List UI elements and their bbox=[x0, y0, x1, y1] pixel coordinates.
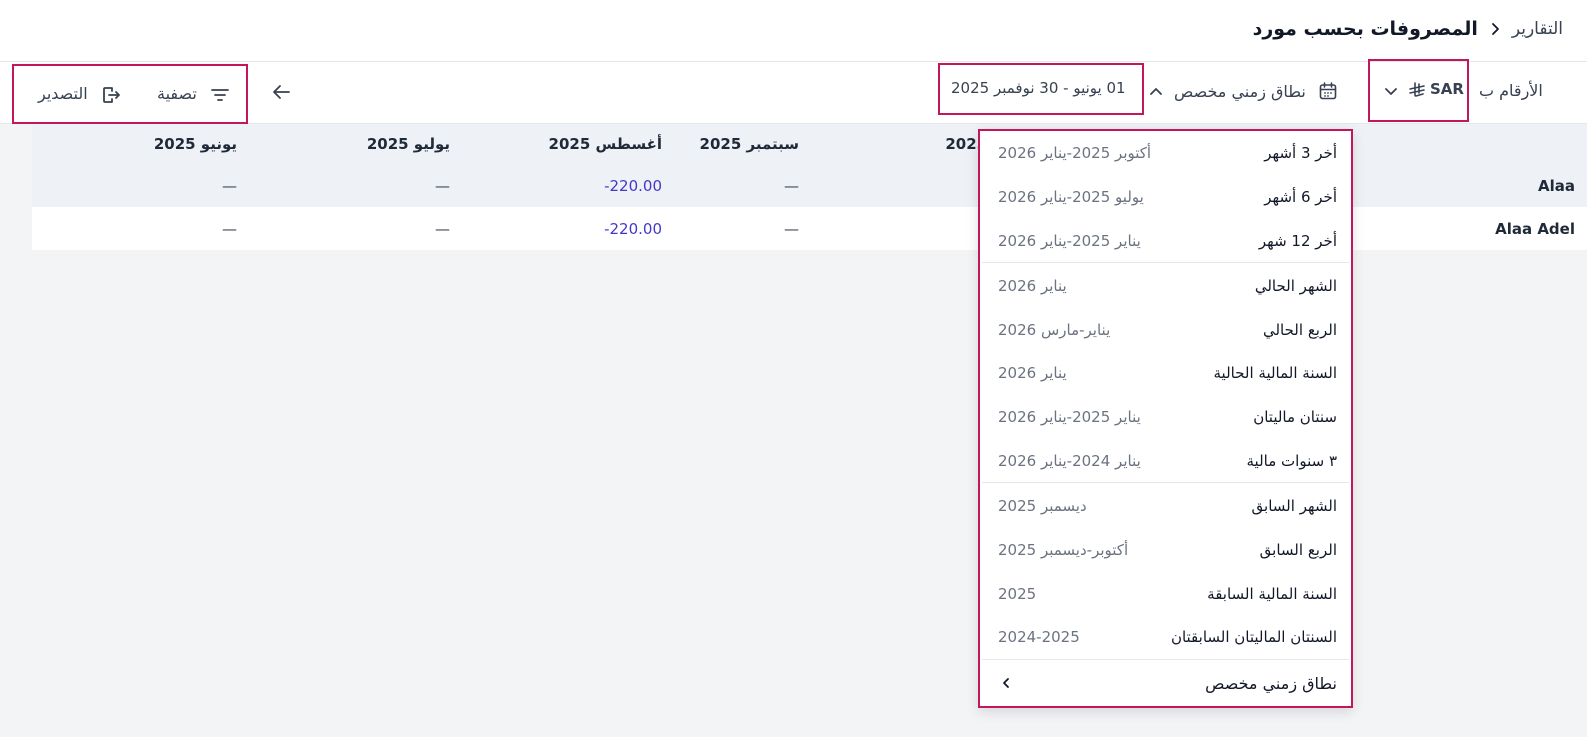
table-header: 2025 ر سبتمبر 2025 أغسطس 2025 يوليو 2025… bbox=[32, 124, 1587, 164]
filter-export-group: تصفية التصدير bbox=[12, 64, 248, 124]
divider bbox=[982, 659, 1349, 660]
page-header: التقارير المصروفات بحسب مورد bbox=[0, 0, 1587, 62]
breadcrumb-reports-link[interactable]: التقارير bbox=[1512, 19, 1563, 39]
preset-previous-month[interactable]: الشهر السابق ديسمبر 2025 bbox=[982, 484, 1349, 528]
preset-three-fiscal-years[interactable]: ٣ سنوات مالية يناير 2024-يناير 2026 bbox=[982, 439, 1349, 483]
preset-previous-fiscal-year[interactable]: السنة المالية السابقة 2025 bbox=[982, 572, 1349, 616]
chevron-down-icon bbox=[1384, 84, 1398, 98]
figures-in-label: الأرقام ب bbox=[1479, 81, 1543, 100]
export-button[interactable]: التصدير bbox=[36, 82, 126, 108]
page-title: المصروفات بحسب مورد bbox=[1252, 18, 1478, 40]
date-range-value: 01 يونيو - 30 نوفمبر 2025 bbox=[951, 79, 1126, 97]
preset-label: السنة المالية الحالية bbox=[1213, 364, 1337, 382]
preset-label: السنتان الماليتان السابقتان bbox=[1170, 628, 1337, 646]
preset-range: يناير 2025-يناير 2026 bbox=[998, 232, 1141, 250]
custom-range-label: نطاق زمني مخصص bbox=[1205, 673, 1337, 693]
preset-range: أكتوبر 2025-يناير 2026 bbox=[998, 144, 1152, 162]
table-cell: — bbox=[222, 176, 237, 195]
divider bbox=[982, 482, 1349, 483]
preset-two-fiscal-years[interactable]: سنتان ماليتان يناير 2025-يناير 2026 bbox=[982, 395, 1349, 439]
column-header: أغسطس 2025 bbox=[548, 135, 662, 153]
preset-last-12-months[interactable]: أخر 12 شهر يناير 2025-يناير 2026 bbox=[982, 219, 1349, 263]
preset-current-quarter[interactable]: الربع الحالي يناير-مارس 2026 bbox=[982, 308, 1349, 352]
row-label: Alaa bbox=[1538, 176, 1575, 195]
chevron-right-icon bbox=[1488, 22, 1502, 36]
arrow-left-icon[interactable] bbox=[270, 81, 292, 103]
table-row[interactable]: Alaa — -220.00 — — bbox=[32, 164, 1587, 207]
date-range-field[interactable]: 01 يونيو - 30 نوفمبر 2025 bbox=[938, 63, 1144, 115]
custom-range-item[interactable]: نطاق زمني مخصص bbox=[982, 661, 1349, 705]
table-row[interactable]: Alaa Adel — -220.00 — — bbox=[32, 207, 1587, 250]
report-table: 2025 ر سبتمبر 2025 أغسطس 2025 يوليو 2025… bbox=[32, 124, 1587, 250]
table-cell: — bbox=[435, 219, 450, 238]
preset-label: ٣ سنوات مالية bbox=[1246, 452, 1337, 470]
table-cell: — bbox=[435, 176, 450, 195]
report-toolbar: الأرقام ب SAR نطاق زمني مخصص 01 يونيو - … bbox=[0, 59, 1587, 124]
export-label: التصدير bbox=[38, 84, 88, 103]
table-cell: — bbox=[784, 219, 799, 238]
row-label: Alaa Adel bbox=[1495, 219, 1575, 238]
preset-range: يناير 2025-يناير 2026 bbox=[998, 408, 1141, 426]
chevron-up-icon bbox=[1149, 85, 1163, 99]
preset-range: يناير 2024-يناير 2026 bbox=[998, 452, 1141, 470]
column-header: يونيو 2025 bbox=[153, 135, 237, 153]
preset-label: أخر 6 أشهر bbox=[1264, 188, 1337, 206]
column-header: سبتمبر 2025 bbox=[699, 135, 799, 153]
preset-label: الربع الحالي bbox=[1262, 321, 1337, 339]
preset-range: أكتوبر-ديسمبر 2025 bbox=[998, 541, 1129, 559]
preset-label: الشهر الحالي bbox=[1254, 277, 1337, 295]
preset-label: سنتان ماليتان bbox=[1253, 408, 1337, 426]
preset-previous-quarter[interactable]: الربع السابق أكتوبر-ديسمبر 2025 bbox=[982, 528, 1349, 572]
preset-range: 2024-2025 bbox=[998, 628, 1080, 646]
riyal-icon bbox=[1408, 81, 1426, 99]
preset-current-month[interactable]: الشهر الحالي يناير 2026 bbox=[982, 264, 1349, 308]
table-cell: — bbox=[784, 176, 799, 195]
filter-button[interactable]: تصفية bbox=[157, 82, 237, 108]
filter-icon bbox=[210, 86, 230, 104]
date-mode-button[interactable]: نطاق زمني مخصص bbox=[1174, 82, 1306, 101]
column-header: يوليو 2025 bbox=[366, 135, 450, 153]
preset-previous-two-fiscal-years[interactable]: السنتان الماليتان السابقتان 2024-2025 bbox=[982, 615, 1349, 659]
preset-label: أخر 3 أشهر bbox=[1264, 144, 1337, 162]
table-cell: -220.00 bbox=[604, 176, 662, 195]
table-cell: -220.00 bbox=[604, 219, 662, 238]
chevron-left-icon bbox=[1000, 677, 1012, 689]
preset-range: يوليو 2025-يناير 2026 bbox=[998, 188, 1144, 206]
currency-selector[interactable]: SAR bbox=[1368, 59, 1469, 122]
table-cell: — bbox=[222, 219, 237, 238]
calendar-icon bbox=[1318, 81, 1338, 101]
preset-label: أخر 12 شهر bbox=[1258, 232, 1337, 250]
filter-label: تصفية bbox=[157, 84, 197, 103]
preset-range: ديسمبر 2025 bbox=[998, 497, 1087, 515]
preset-last-6-months[interactable]: أخر 6 أشهر يوليو 2025-يناير 2026 bbox=[982, 175, 1349, 219]
preset-range: يناير 2026 bbox=[998, 277, 1067, 295]
date-range-dropdown: أخر 3 أشهر أكتوبر 2025-يناير 2026 أخر 6 … bbox=[978, 129, 1353, 708]
preset-range: 2025 bbox=[998, 585, 1037, 603]
preset-last-3-months[interactable]: أخر 3 أشهر أكتوبر 2025-يناير 2026 bbox=[982, 131, 1349, 175]
preset-label: السنة المالية السابقة bbox=[1207, 585, 1337, 603]
preset-label: الشهر السابق bbox=[1251, 497, 1337, 515]
preset-range: يناير-مارس 2026 bbox=[998, 321, 1111, 339]
breadcrumb: التقارير المصروفات بحسب مورد bbox=[1253, 18, 1563, 40]
preset-current-fiscal-year[interactable]: السنة المالية الحالية يناير 2026 bbox=[982, 351, 1349, 395]
divider bbox=[982, 262, 1349, 263]
export-icon bbox=[100, 84, 122, 106]
preset-label: الربع السابق bbox=[1259, 541, 1337, 559]
currency-code: SAR bbox=[1430, 80, 1464, 98]
preset-range: يناير 2026 bbox=[998, 364, 1067, 382]
